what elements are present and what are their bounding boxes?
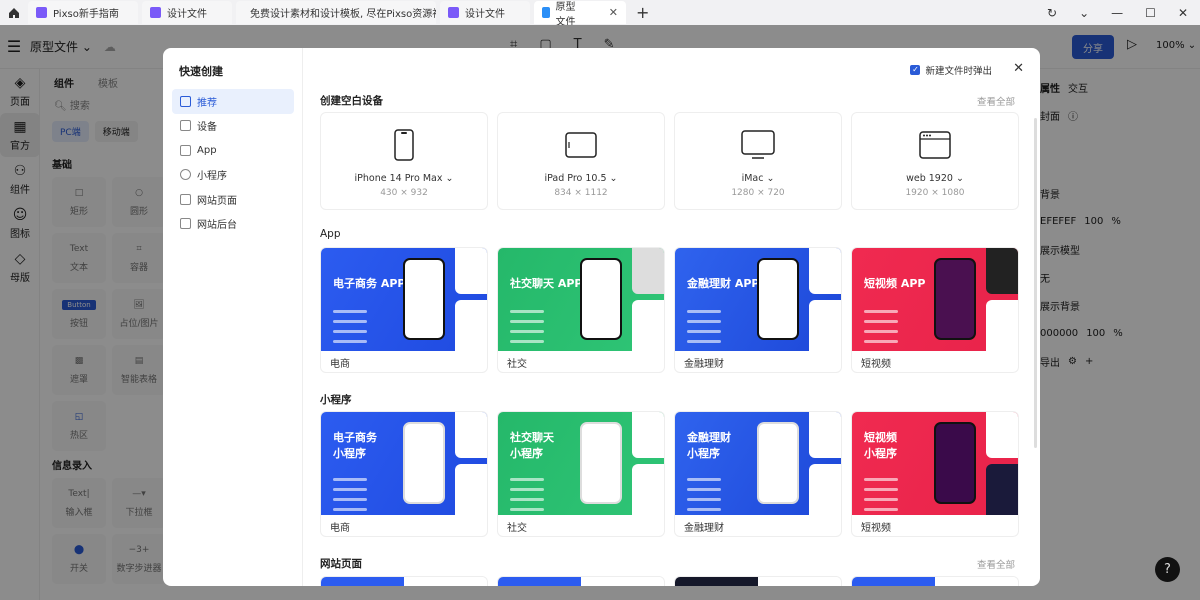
browser-tab-bar: Pixso新手指南 设计文件 免费设计素材和设计模板, 尽在Pixso资源社区 … [0, 0, 1200, 28]
close-dialog-button[interactable]: ✕ [1013, 61, 1024, 76]
template-card[interactable]: 短视频 APP 短视频 [851, 247, 1019, 373]
quick-create-dialog: 快速创建 推荐 设备 App 小程序 网站页面 网站后台 ✓ 新建文件时弹出 ✕… [163, 48, 1040, 586]
checkbox-checked-icon[interactable]: ✓ [910, 65, 921, 75]
template-card[interactable]: 社交聊天 小程序 社交 [497, 411, 665, 537]
device-name[interactable]: iPad Pro 10.5 ⌄ [544, 173, 617, 184]
section-blank-device: 创建空白设备 [320, 95, 383, 107]
phone-icon [394, 129, 414, 161]
template-card[interactable] [320, 576, 488, 586]
device-card[interactable]: iMac ⌄ 1280 × 720 [674, 112, 842, 210]
phone-icon [180, 144, 191, 156]
maximize-icon[interactable]: ☐ [1145, 6, 1156, 20]
device-size: 834 × 1112 [554, 188, 608, 198]
mini-program-icon [180, 169, 191, 181]
template-thumbnail: 电子商务 APP [321, 248, 487, 351]
section-app: App [320, 228, 341, 240]
device-size: 1920 × 1080 [905, 188, 965, 198]
template-label: 短视频 [861, 523, 891, 534]
tablet-icon [565, 132, 597, 158]
template-thumbnail: 金融理财 APP [675, 248, 841, 351]
template-label: 短视频 [861, 359, 891, 370]
help-button[interactable]: ? [1155, 557, 1180, 582]
browser-tab[interactable]: 设计文件 [142, 1, 232, 24]
template-label: 金融理财 [684, 359, 724, 370]
template-label: 金融理财 [684, 523, 724, 534]
template-card[interactable]: 电子商务 小程序 电商 [320, 411, 488, 537]
dialog-content: ✓ 新建文件时弹出 ✕ 创建空白设备 查看全部 iPhone 14 Pro Ma… [304, 48, 1040, 586]
section-web-page: 网站页面 [320, 558, 362, 570]
web-admin-icon [180, 218, 191, 230]
template-thumbnail: 社交聊天 小程序 [498, 412, 664, 515]
popup-on-new-file-option[interactable]: ✓ 新建文件时弹出 [910, 63, 992, 77]
template-label: 社交 [507, 523, 527, 534]
close-window-icon[interactable]: ✕ [1178, 6, 1188, 20]
template-thumbnail: 短视频 APP [852, 248, 1018, 351]
device-size: 430 × 932 [380, 188, 428, 198]
new-tab-button[interactable]: + [636, 3, 649, 22]
template-card[interactable]: 短视频 小程序 短视频 [851, 411, 1019, 537]
prototype-file-icon [542, 7, 550, 18]
template-thumbnail: 短视频 小程序 [852, 412, 1018, 515]
scrollbar[interactable] [1034, 118, 1037, 448]
template-card[interactable]: 金融理财 小程序 金融理财 [674, 411, 842, 537]
device-card[interactable]: iPhone 14 Pro Max ⌄ 430 × 932 [320, 112, 488, 210]
nav-app[interactable]: App [172, 138, 294, 163]
pixso-file-icon [36, 7, 47, 18]
chevron-down-icon[interactable]: ⌄ [1079, 6, 1089, 20]
template-card[interactable]: 社交聊天 APP 社交 [497, 247, 665, 373]
browser-tab[interactable]: 设计文件 [440, 1, 530, 24]
template-card[interactable]: 金融理财 APP 金融理财 [674, 247, 842, 373]
device-card[interactable]: iPad Pro 10.5 ⌄ 834 × 1112 [497, 112, 665, 210]
monitor-icon [741, 130, 775, 159]
template-thumbnail: 金融理财 小程序 [675, 412, 841, 515]
pixso-file-icon [150, 7, 161, 18]
category-nav: 推荐 设备 App 小程序 网站页面 网站后台 [172, 89, 294, 236]
refresh-icon[interactable]: ↻ [1047, 6, 1057, 20]
template-card[interactable] [674, 576, 842, 586]
devices-icon [180, 120, 191, 132]
dialog-sidebar: 快速创建 推荐 设备 App 小程序 网站页面 网站后台 [163, 48, 303, 586]
nav-mini-program[interactable]: 小程序 [172, 163, 294, 188]
nav-recommended[interactable]: 推荐 [172, 89, 294, 114]
see-all-devices-link[interactable]: 查看全部 [977, 94, 1015, 108]
window-controls: ↻ ⌄ — ☐ ✕ [1047, 0, 1200, 25]
browser-window-icon [919, 131, 951, 159]
section-mini-program: 小程序 [320, 394, 352, 406]
device-name[interactable]: iMac ⌄ [742, 173, 775, 184]
browser-tab[interactable]: Pixso新手指南 [28, 1, 138, 24]
template-card[interactable]: 电子商务 APP 电商 [320, 247, 488, 373]
pixso-file-icon [448, 7, 459, 18]
browser-tab-active[interactable]: 原型文件 ✕ [534, 1, 626, 28]
template-card[interactable] [497, 576, 665, 586]
template-thumbnail: 社交聊天 APP [498, 248, 664, 351]
browser-tab[interactable]: 免费设计素材和设计模板, 尽在Pixso资源社区 [236, 1, 436, 24]
device-name[interactable]: web 1920 ⌄ [906, 173, 964, 184]
dialog-title: 快速创建 [179, 65, 223, 78]
device-name[interactable]: iPhone 14 Pro Max ⌄ [355, 173, 454, 184]
see-all-web-link[interactable]: 查看全部 [977, 557, 1015, 571]
template-label: 电商 [330, 523, 350, 534]
home-button[interactable] [0, 0, 28, 25]
template-label: 电商 [330, 359, 350, 370]
device-size: 1280 × 720 [731, 188, 785, 198]
nav-web-admin[interactable]: 网站后台 [172, 212, 294, 237]
close-tab-icon[interactable]: ✕ [609, 6, 618, 19]
template-label: 社交 [507, 359, 527, 370]
template-thumbnail: 电子商务 小程序 [321, 412, 487, 515]
nav-devices[interactable]: 设备 [172, 114, 294, 139]
template-card[interactable] [851, 576, 1019, 586]
web-page-icon [180, 193, 191, 205]
home-icon [9, 7, 19, 18]
nav-web-page[interactable]: 网站页面 [172, 187, 294, 212]
thumbs-up-icon [180, 95, 191, 107]
device-card[interactable]: web 1920 ⌄ 1920 × 1080 [851, 112, 1019, 210]
minimize-icon[interactable]: — [1111, 6, 1123, 20]
